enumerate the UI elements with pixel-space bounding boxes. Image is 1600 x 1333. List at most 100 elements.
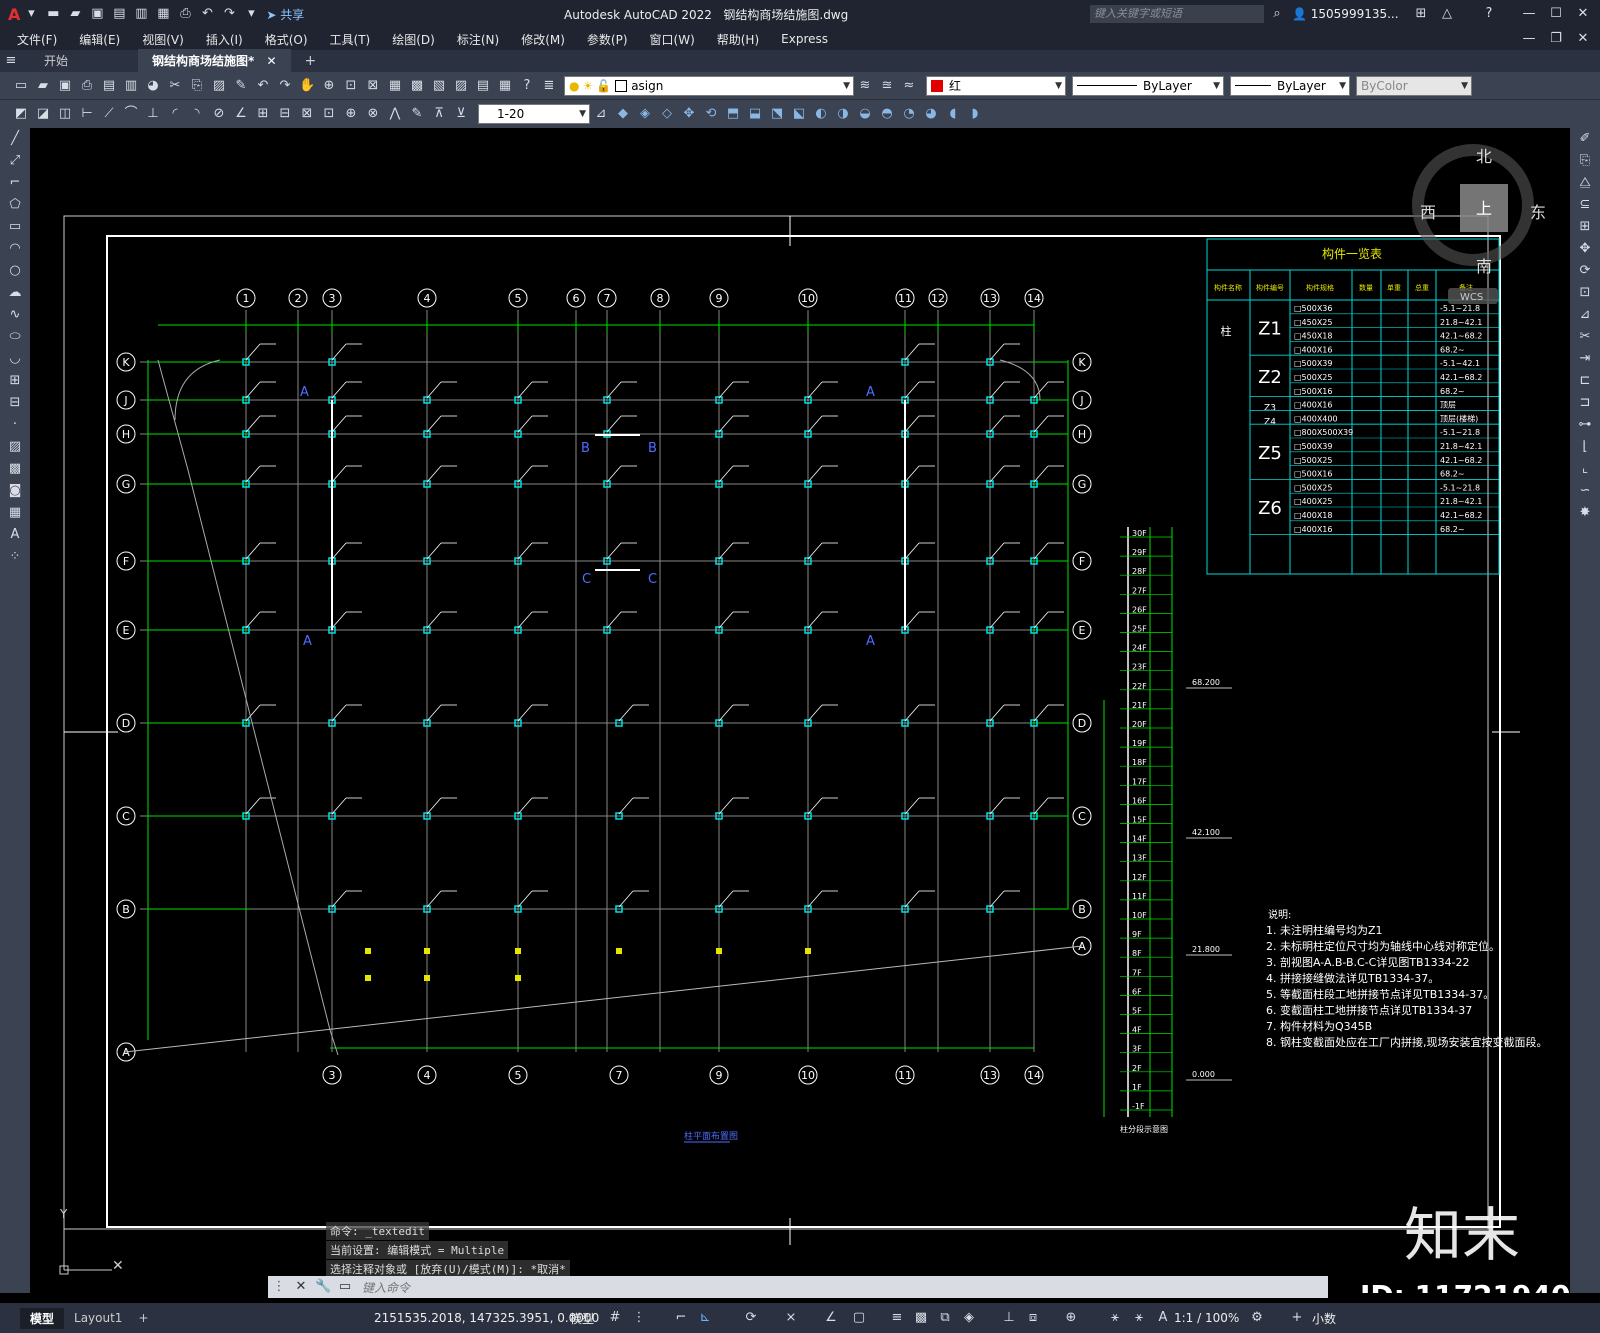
app-logo[interactable]: A: [8, 5, 20, 24]
gizmo-icon[interactable]: ⊕: [1063, 1310, 1079, 1326]
quick-dim-icon[interactable]: ⊞: [255, 106, 271, 122]
rectangle-icon[interactable]: ▭: [7, 219, 23, 235]
jogged-icon[interactable]: ◝: [189, 106, 205, 122]
selection-cycling-icon[interactable]: ⧉: [937, 1310, 953, 1326]
layer-state-icon[interactable]: ≈: [901, 78, 917, 94]
units-button[interactable]: 小数: [1312, 1310, 1336, 1327]
help-icon[interactable]: ?: [1481, 6, 1497, 22]
tab-close-icon[interactable]: ✕: [266, 54, 276, 68]
doc-restore-icon[interactable]: ❐: [1548, 31, 1564, 47]
share-button[interactable]: ➤ 共享: [266, 6, 304, 23]
menu-file[interactable]: 文件(F): [17, 31, 57, 48]
auto-scale-icon[interactable]: ⚹: [1131, 1310, 1147, 1326]
ellipse-arc-icon[interactable]: ◡: [7, 351, 23, 367]
aligned-dim-icon[interactable]: ⟋: [101, 106, 117, 122]
dim-text-edit-icon[interactable]: ⊼: [431, 106, 447, 122]
command-prompt-icon[interactable]: ▭: [337, 1279, 353, 1295]
diameter-icon[interactable]: ⊘: [211, 106, 227, 122]
menu-tools[interactable]: 工具(T): [330, 31, 371, 48]
3d-extrude-icon[interactable]: ◔: [901, 106, 917, 122]
calculator-icon[interactable]: ▦: [497, 78, 513, 94]
annotation-visibility-icon[interactable]: ⚹: [1107, 1310, 1123, 1326]
grip-icon[interactable]: ⋮: [271, 1279, 287, 1295]
menu-edit[interactable]: 编辑(E): [79, 31, 120, 48]
3d-mirror-icon[interactable]: ⬓: [747, 106, 763, 122]
3d-cone-icon[interactable]: ◇: [659, 106, 675, 122]
tab-drawing[interactable]: 钢结构商场结施图* ✕: [138, 49, 291, 72]
point-icon[interactable]: ·: [7, 417, 23, 433]
add-layout-button[interactable]: +: [138, 1311, 148, 1325]
chamfer-icon[interactable]: ⌊: [1577, 439, 1593, 455]
rotate-icon[interactable]: ⟳: [1577, 263, 1593, 279]
zoom-window-icon[interactable]: ⊡: [343, 78, 359, 94]
workspace-save-icon[interactable]: ◪: [35, 106, 51, 122]
3d-move-icon[interactable]: ✥: [681, 106, 697, 122]
tolerance-icon[interactable]: ⊡: [321, 106, 337, 122]
inspection-icon[interactable]: ⊗: [365, 106, 381, 122]
open-folder-icon[interactable]: ▰: [67, 6, 83, 22]
jogged-linear-icon[interactable]: ⋀: [387, 106, 403, 122]
lineweight-dropdown[interactable]: ByLayer ▼: [1230, 75, 1350, 96]
autodesk-app-icon[interactable]: △: [1439, 6, 1455, 22]
viewcube-east[interactable]: 东: [1530, 203, 1546, 222]
drawing-canvas[interactable]: 1 2 3 4 5 6 7 8 9 10 11 12 13 14 3 4 5 7 9 10 11 13 14 K K J J H H G G…: [30, 128, 1570, 1293]
menu-insert[interactable]: 插入(I): [206, 31, 243, 48]
3d-shell-icon[interactable]: ◖: [945, 106, 961, 122]
preview-icon[interactable]: ▤: [101, 78, 117, 94]
revision-cloud-icon[interactable]: ☁: [7, 285, 23, 301]
2d-osnap-icon[interactable]: ▢: [851, 1310, 867, 1326]
publish-icon[interactable]: ▥: [123, 78, 139, 94]
layer-previous-icon[interactable]: ≊: [879, 78, 895, 94]
layer-dropdown[interactable]: ● ☀ 🔓 asign ▼: [564, 75, 854, 96]
transparency-icon[interactable]: ▩: [913, 1310, 929, 1326]
dynamic-ucs-icon[interactable]: ⊥: [1001, 1310, 1017, 1326]
open-icon[interactable]: ▰: [35, 78, 51, 94]
web-open-icon[interactable]: ▥: [133, 6, 149, 22]
dim-update-icon[interactable]: ⊻: [453, 106, 469, 122]
gradient-icon[interactable]: ▩: [7, 461, 23, 477]
cart-icon[interactable]: ⊞: [1413, 6, 1429, 22]
undo-icon[interactable]: ↶: [199, 6, 215, 22]
angular-icon[interactable]: ∠: [233, 106, 249, 122]
hatch-icon[interactable]: ▨: [7, 439, 23, 455]
break-icon[interactable]: ⊐: [1577, 395, 1593, 411]
add-selected-icon[interactable]: ⁘: [7, 549, 23, 565]
menu-dimension[interactable]: 标注(N): [457, 31, 499, 48]
circle-icon[interactable]: ○: [7, 263, 23, 279]
maximize-icon[interactable]: ☐: [1548, 6, 1564, 22]
plot-icon[interactable]: ⎙: [79, 78, 95, 94]
help-icon[interactable]: ?: [519, 78, 535, 94]
3d-revolve-icon[interactable]: ◕: [923, 106, 939, 122]
dimstyle-icon[interactable]: ⊿: [593, 106, 609, 122]
viewcube[interactable]: 上 北 南 东 西 WCS: [1412, 144, 1546, 304]
zoom-realtime-icon[interactable]: ⊕: [321, 78, 337, 94]
tool-palettes-icon[interactable]: ▧: [431, 78, 447, 94]
table-icon[interactable]: ▦: [7, 505, 23, 521]
menu-icon[interactable]: ≡: [3, 53, 19, 69]
annotation-scale-icon[interactable]: A: [1155, 1310, 1171, 1326]
redo-icon[interactable]: ↷: [221, 6, 237, 22]
3d-subtract-icon[interactable]: ◐: [813, 106, 829, 122]
close-icon[interactable]: ✕: [293, 1279, 309, 1295]
3d-intersect-icon[interactable]: ◑: [835, 106, 851, 122]
dim-edit-icon[interactable]: ✎: [409, 106, 425, 122]
tab-start[interactable]: 开始: [30, 49, 138, 72]
design-center-icon[interactable]: ▩: [409, 78, 425, 94]
polyline-icon[interactable]: ⌐: [7, 175, 23, 191]
menu-draw[interactable]: 绘图(D): [392, 31, 435, 48]
menu-format[interactable]: 格式(O): [265, 31, 308, 48]
center-mark-icon[interactable]: ⊕: [343, 106, 359, 122]
doc-close-icon[interactable]: ✕: [1575, 31, 1591, 47]
3d-box-icon[interactable]: ◆: [615, 106, 631, 122]
plus-icon[interactable]: +: [1289, 1310, 1305, 1326]
offset-icon[interactable]: ⊆: [1577, 197, 1593, 213]
save-as-icon[interactable]: ▤: [111, 6, 127, 22]
redo-icon[interactable]: ↷: [277, 78, 293, 94]
properties-icon[interactable]: ▦: [387, 78, 403, 94]
menu-window[interactable]: 窗口(W): [650, 31, 695, 48]
snap-icon[interactable]: ⋮: [631, 1310, 647, 1326]
web-save-icon[interactable]: ▦: [155, 6, 171, 22]
infer-icon[interactable]: ⌐: [673, 1310, 689, 1326]
customize-icon[interactable]: ▾: [243, 6, 259, 22]
baseline-icon[interactable]: ⊟: [277, 106, 293, 122]
